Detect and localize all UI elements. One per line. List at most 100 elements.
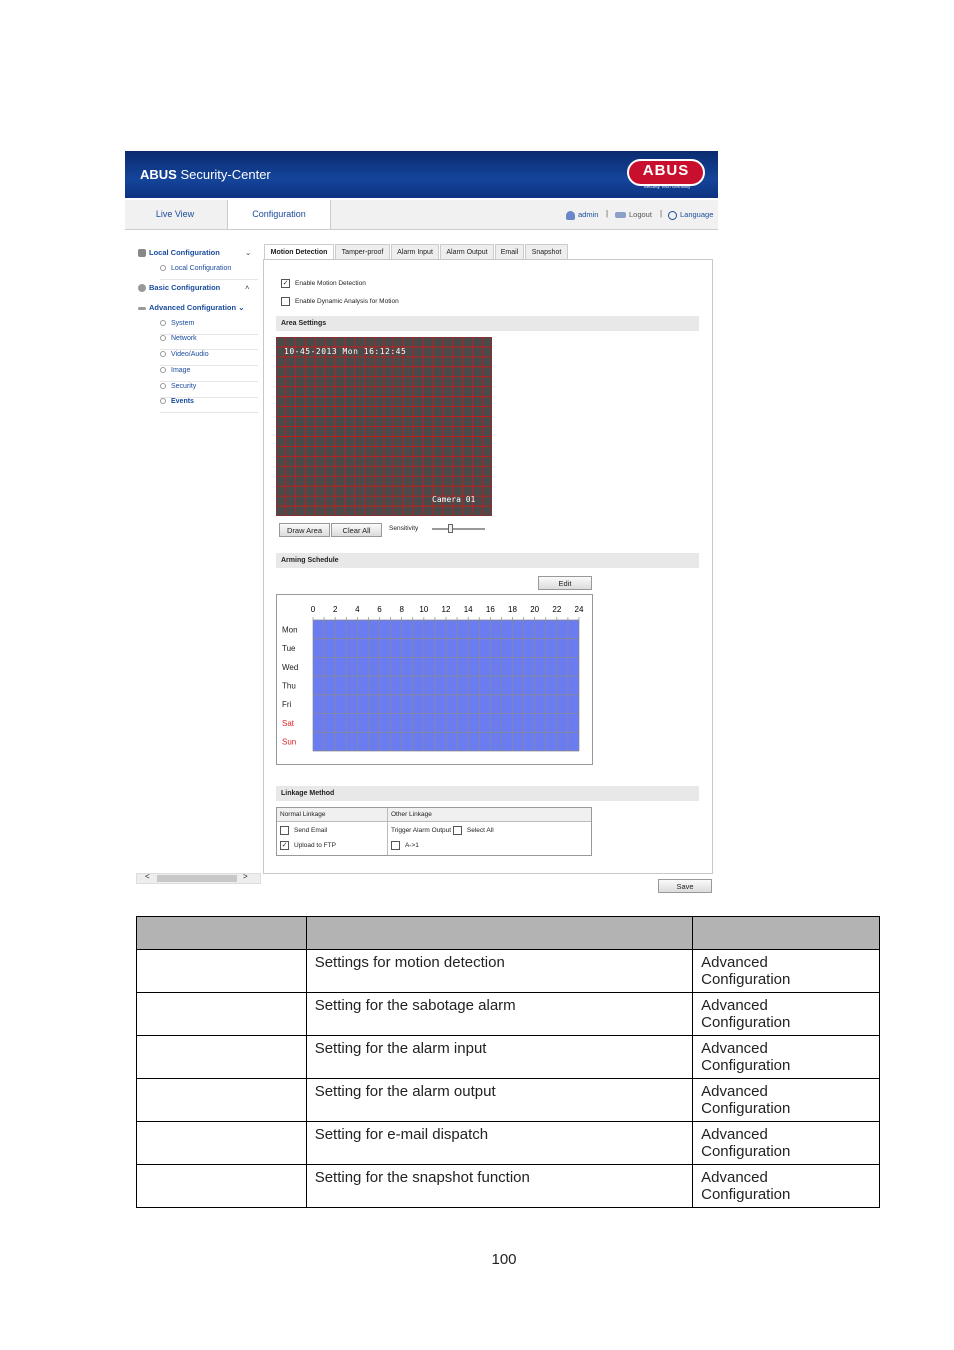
day-label: Thu [282,682,296,691]
row-description: Setting for the alarm input [305,1035,694,1079]
row-description: Setting for e-mail dispatch [305,1121,694,1165]
enable-motion-checkbox[interactable]: ✓ [281,279,290,288]
scroll-right-arrow[interactable]: > [243,872,248,881]
nav-separator: | [660,209,663,218]
alarm-output-a1[interactable]: A->1 [391,841,419,850]
sidebar-basic-config[interactable]: Basic Configuration [138,283,220,293]
sensitivity-label: Sensitivity [389,525,419,532]
tab-configuration[interactable]: Configuration [227,200,331,229]
row-path: Advanced Configuration [692,1078,880,1122]
logout-icon [615,212,626,219]
clear-all-button[interactable]: Clear All [331,523,382,537]
scroll-thumb[interactable] [157,875,237,882]
sidebar-item-system[interactable]: System [160,320,258,335]
draw-area-button[interactable]: Draw Area [279,523,330,537]
tab-snapshot[interactable]: Snapshot [525,244,568,260]
sidebar-scrollbar[interactable]: < > [136,872,261,884]
day-label: Wed [282,663,298,672]
edit-schedule-button[interactable]: Edit [538,576,592,590]
language-link[interactable]: Language [668,210,713,220]
chevron-up-icon[interactable]: ˄ [245,283,249,292]
hour-label: 24 [575,605,584,614]
sidebar-item-security[interactable]: Security [160,383,258,398]
hour-label: 12 [442,605,451,614]
chevron-down-icon: ⌄ [238,303,245,312]
upload-ftp-option[interactable]: ✓ Upload to FTP [280,841,336,850]
a1-checkbox[interactable] [391,841,400,850]
row-path: Advanced Configuration [692,949,880,993]
tab-tamper-proof[interactable]: Tamper-proof [335,244,390,260]
hour-label: 22 [552,605,561,614]
sensitivity-slider-handle[interactable] [448,524,453,533]
user-icon [566,210,575,220]
user-link[interactable]: admin [566,210,598,220]
motion-area-grid[interactable] [276,337,492,516]
schedule-grid[interactable]: 0 2 4 6 8 10 12 14 16 18 20 22 24MonTueWedThuFriSatS… [277,595,592,764]
logout-link[interactable]: Logout [615,210,652,219]
bullet-icon [160,383,166,390]
hour-label: 6 [377,605,382,614]
row-path: Advanced Configuration [692,1121,880,1165]
sidebar-item-events[interactable]: Events [160,398,258,413]
select-all-checkbox[interactable] [452,826,462,835]
day-label: Tue [282,644,296,653]
send-email-option[interactable]: Send Email [280,826,327,835]
gear-icon [138,284,146,293]
dynamic-analysis-checkbox[interactable] [281,297,290,306]
enable-dynamic-analysis[interactable]: Enable Dynamic Analysis for Motion [281,297,399,306]
hour-label: 0 [311,605,316,614]
row-path: Advanced Configuration [692,1035,880,1079]
sidebar-item-local-configuration[interactable]: Local Configuration [160,265,258,280]
hour-label: 18 [508,605,517,614]
table-header-row [136,916,880,950]
table-row: Settings for motion detection Advanced Con… [136,949,880,993]
arming-schedule-header: Arming Schedule [276,553,699,568]
settings-description-table: Settings for motion detection Advanced Con… [136,916,880,1208]
day-label: Sun [282,738,296,747]
table-row: Setting for the alarm output Advanced Conf… [136,1078,880,1122]
hour-label: 8 [399,605,404,614]
bullet-icon [160,367,166,374]
sidebar-item-image[interactable]: Image [160,367,258,382]
send-email-checkbox[interactable] [280,826,289,835]
hour-label: 2 [333,605,338,614]
camera-preview[interactable]: 10-45-2013 Mon 16:12:45 Camera 01 [276,337,492,516]
sidebar-advanced-config[interactable]: Advanced Configuration ⌄ [138,303,244,312]
nav-separator: | [606,209,609,218]
page-number: 100 [491,1251,517,1268]
day-label: Sat [282,719,295,728]
hour-label: 4 [355,605,360,614]
tab-live-view[interactable]: Live View [125,200,225,229]
bullet-icon [160,265,166,272]
normal-linkage-header: Normal Linkage [280,811,326,818]
linkage-method-header: Linkage Method [276,786,699,801]
save-button[interactable]: Save [658,879,712,893]
enable-motion-detection[interactable]: ✓ Enable Motion Detection [281,279,366,288]
area-settings-header: Area Settings [276,316,699,331]
bullet-icon [160,320,166,327]
table-row: Setting for the sabotage alarm Advanced Co… [136,992,880,1036]
logo-tagline: Security Tech Germany [643,184,691,189]
scroll-left-arrow[interactable]: < [145,872,150,881]
sidebar-item-video-audio[interactable]: Video/Audio [160,351,258,366]
sidebar-local-config[interactable]: Local Configuration [138,248,220,258]
arming-schedule-chart[interactable]: 0 2 4 6 8 10 12 14 16 18 20 22 24 Mon Tue Wed Thu Fri Sat S… [276,594,593,765]
hour-label: 20 [530,605,539,614]
chevron-down-icon[interactable]: ⌄ [245,248,251,257]
tab-alarm-input[interactable]: Alarm Input [391,244,439,260]
app-title: ABUS Security-Center [140,167,271,182]
top-nav: Live View Configuration admin | Logout |… [125,200,718,230]
row-description: Setting for the sabotage alarm [305,992,694,1036]
table-row: Setting for the snapshot function Advance… [136,1164,880,1208]
sidebar-item-network[interactable]: Network [160,335,258,350]
tab-email[interactable]: Email [495,244,524,260]
other-linkage-header: Other Linkage [391,811,432,818]
hour-label: 10 [419,605,428,614]
hour-label: 16 [486,605,495,614]
sensitivity-slider[interactable] [432,524,485,533]
tab-alarm-output[interactable]: Alarm Output [440,244,494,260]
bullet-icon [160,398,166,405]
app-header: ABUS Security-Center ABUS Security Tech … [125,151,718,198]
upload-ftp-checkbox[interactable]: ✓ [280,841,289,850]
globe-icon [668,210,677,220]
